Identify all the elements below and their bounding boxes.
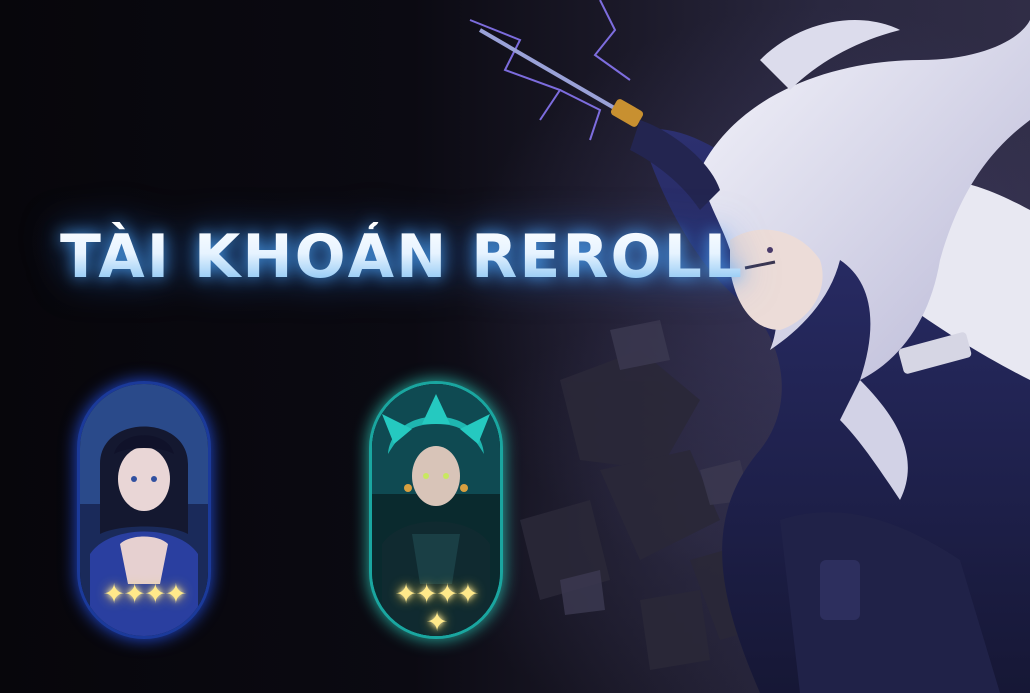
banner-stage: TÀI KHOẢN REROLL ✦✦✦✦ ✦✦✦✦ ✦ (0, 0, 1030, 693)
character-card-4-star: ✦✦✦✦ (80, 384, 208, 636)
character-card-5-star: ✦✦✦✦ ✦ (372, 384, 500, 636)
rarity-stars: ✦✦✦✦ (394, 579, 480, 610)
banner-title: TÀI KHOẢN REROLL (60, 222, 745, 292)
rarity-stars-extra: ✦ (425, 607, 449, 637)
rarity-stars: ✦✦✦✦ (102, 579, 188, 610)
